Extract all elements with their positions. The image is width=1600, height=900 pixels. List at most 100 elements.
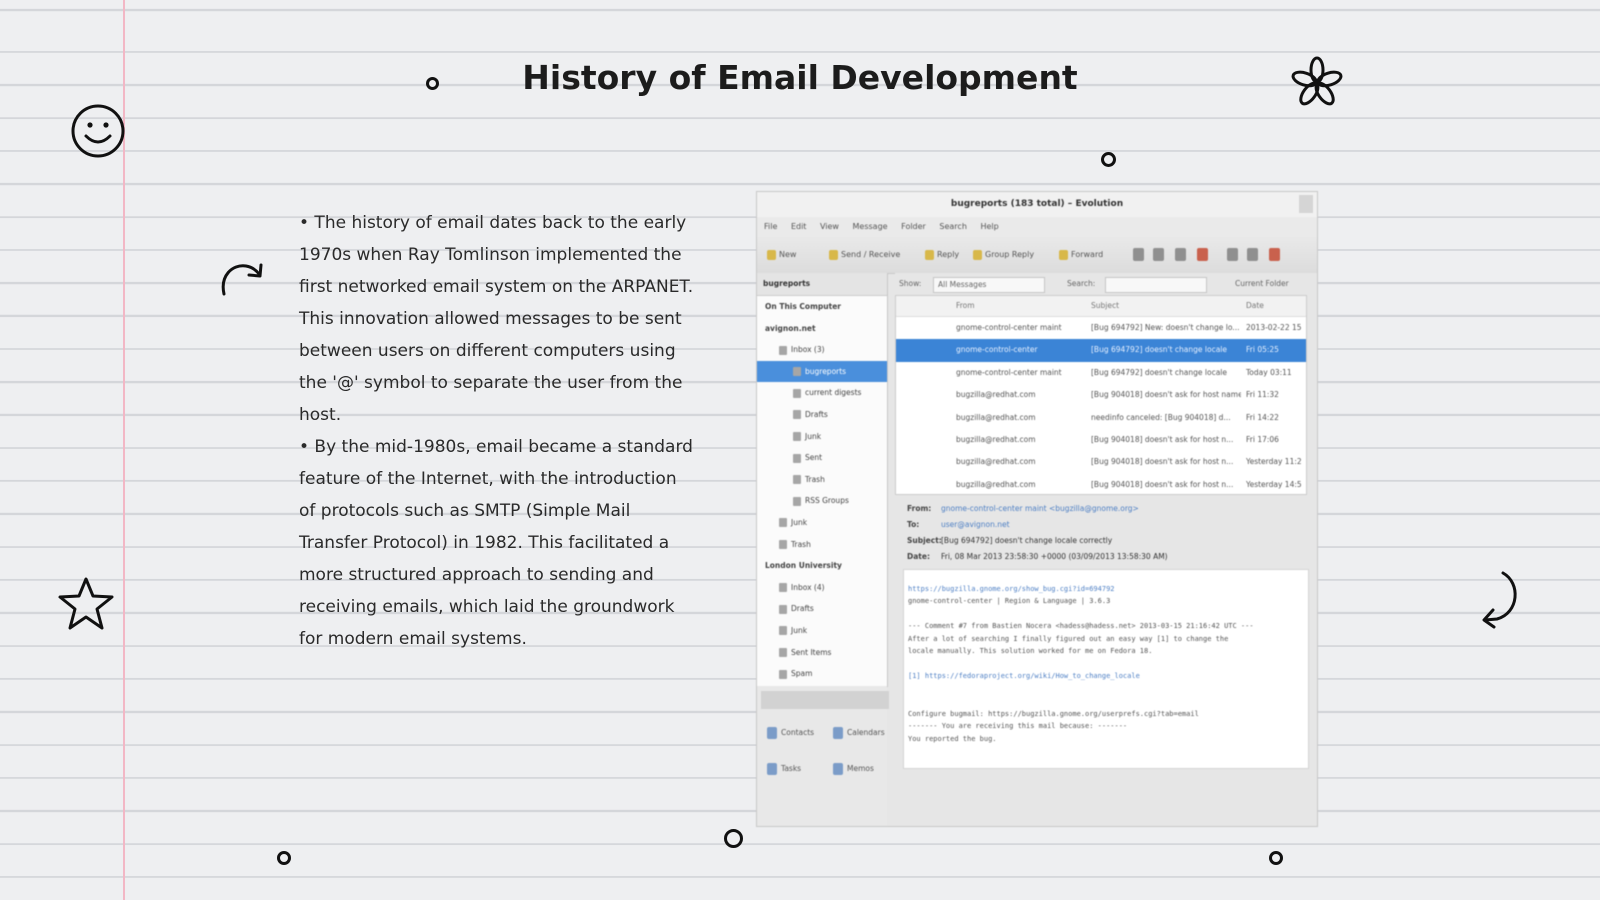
next-icon: [1247, 248, 1258, 261]
folder-icon: [779, 518, 787, 528]
move-icon: [1175, 248, 1186, 261]
search-bar: Show: All Messages Search: Current Folde…: [895, 273, 1317, 295]
message-row: bugzilla@redhat.com [Bug 904018] doesn't …: [956, 390, 1279, 400]
folder-icon: [779, 626, 787, 636]
sidebar-header: bugreports: [757, 273, 887, 296]
close-window-button: [1299, 195, 1313, 213]
search-scope: Current Folder: [1235, 279, 1289, 288]
menu-edit: Edit: [790, 222, 807, 231]
folder-icon: [793, 453, 801, 463]
dot-decoration: [1269, 851, 1283, 865]
column-header-date: Date: [1246, 301, 1264, 310]
folder-item: RSS Groups: [757, 490, 887, 512]
date-value: Fri, 08 Mar 2013 23:58:30 +0000 (03/09/2…: [941, 552, 1168, 561]
folder-icon: [779, 669, 787, 679]
message-row: gnome-control-center maint [Bug 694792] d…: [956, 367, 1292, 377]
send-receive-button: Send / Receive: [829, 248, 900, 262]
folder-group: On This Computer: [765, 302, 841, 311]
bullet-paragraph: • The history of email dates back to the…: [299, 213, 694, 425]
to-value: user@avignon.net: [941, 520, 1010, 529]
group-reply-button: Group Reply: [973, 248, 1034, 262]
search-label: Search:: [1067, 279, 1096, 288]
calendars-button: Calendars: [833, 726, 885, 740]
tasks-button: Tasks: [767, 762, 801, 776]
body-line: gnome-control-center | Region & Language…: [908, 597, 1111, 605]
smiley-icon: [71, 104, 125, 158]
body-line: After a lot of searching I finally figur…: [908, 634, 1229, 643]
menu-view: View: [819, 222, 839, 231]
column-header-from: From: [956, 301, 975, 310]
folder-item: Junk: [757, 620, 887, 642]
folder-sidebar: bugreports On This Computer avignon.net …: [757, 273, 888, 687]
column-header-subject: Subject: [1091, 301, 1120, 310]
window-title: bugreports (183 total) – Evolution: [950, 199, 1124, 209]
email-client-screenshot: bugreports (183 total) – Evolution File …: [756, 191, 1318, 827]
search-input: [1105, 277, 1207, 293]
folder-icon: [793, 410, 801, 420]
folder-icon: [779, 345, 787, 355]
folder-icon: [793, 432, 801, 442]
sidebar-search-field: [761, 691, 889, 709]
folder-icon: [779, 583, 787, 593]
folder-item: Drafts: [757, 598, 887, 620]
folder-item: Spam: [757, 663, 887, 685]
folder-item: Junk: [757, 512, 887, 534]
archive-icon: [1153, 248, 1164, 261]
body-line: [1] https://fedoraproject.org/wiki/How_t…: [908, 672, 1140, 680]
message-body: https://bugzilla.gnome.org/show_bug.cgi?…: [903, 569, 1309, 769]
folder-group: avignon.net: [765, 323, 816, 333]
show-label: Show:: [899, 279, 922, 288]
menu-file: File: [764, 222, 778, 231]
from-value: gnome-control-center maint <bugzilla@gno…: [941, 504, 1139, 513]
toolbar: New Send / Receive Reply Group Reply For…: [757, 237, 1317, 274]
star-icon: [58, 577, 114, 630]
show-filter-select: All Messages: [933, 277, 1045, 293]
message-list: From Subject Date gnome-control-center m…: [895, 295, 1307, 495]
message-pane: Show: All Messages Search: Current Folde…: [895, 273, 1317, 826]
sidebar-switcher: Contacts Calendars Tasks Memos: [757, 686, 889, 826]
forward-button: Forward: [1059, 248, 1103, 262]
slide-body: • The history of email dates back to the…: [299, 207, 694, 655]
menu-folder: Folder: [901, 222, 926, 231]
message-headers: From: gnome-control-center maint <bugzill…: [895, 501, 1305, 561]
body-line: https://bugzilla.gnome.org/show_bug.cgi?…: [908, 584, 1115, 593]
menu-help: Help: [980, 222, 999, 231]
to-label: To:: [907, 520, 920, 529]
folder-icon: [779, 540, 787, 550]
memos-button: Memos: [833, 762, 874, 776]
folder-item: Trash: [757, 469, 887, 491]
stop-icon: [1269, 248, 1280, 261]
message-list-header: From Subject Date: [896, 296, 1306, 317]
curved-arrow-down-left-icon: [1482, 571, 1517, 629]
folder-icon: [793, 388, 801, 398]
folder-item: Drafts: [757, 404, 887, 426]
dot-decoration: [426, 77, 439, 90]
slide-title: History of Email Development: [522, 58, 1078, 97]
message-row: bugzilla@redhat.com [Bug 904018] doesn't …: [956, 457, 1301, 467]
dot-decoration: [724, 829, 743, 848]
folder-item-selected: bugreports: [757, 360, 887, 383]
folder-icon: [793, 367, 801, 377]
folder-item: Sent: [757, 447, 887, 469]
folder-group: London University: [765, 561, 842, 571]
folder-item: Junk: [757, 426, 887, 448]
bullet-paragraph: • By the mid-1980s, email became a stand…: [299, 437, 693, 649]
body-line: Configure bugmail: https://bugzilla.gnom…: [908, 709, 1199, 718]
new-button: New: [767, 248, 796, 262]
subject-label: Subject:: [907, 536, 942, 545]
message-row-selected: gnome-control-center [Bug 694792] doesn't…: [896, 339, 1306, 362]
subject-value: [Bug 694792] doesn't change locale corre…: [941, 536, 1113, 545]
body-line: locale manually. This solution worked fo…: [908, 647, 1153, 655]
from-label: From:: [907, 504, 932, 513]
reply-button: Reply: [925, 248, 959, 262]
back-icon: [1227, 248, 1238, 261]
folder-icon: [793, 475, 801, 485]
dot-decoration: [277, 851, 291, 865]
curved-arrow-right-icon: [221, 263, 263, 296]
folder-icon: [779, 604, 787, 614]
date-label: Date:: [907, 552, 930, 561]
dot-decoration: [1101, 152, 1116, 167]
menubar: File Edit View Message Folder Search Hel…: [757, 217, 1317, 237]
folder-item: Inbox (3): [757, 339, 887, 361]
folder-item: current digests: [757, 382, 887, 404]
